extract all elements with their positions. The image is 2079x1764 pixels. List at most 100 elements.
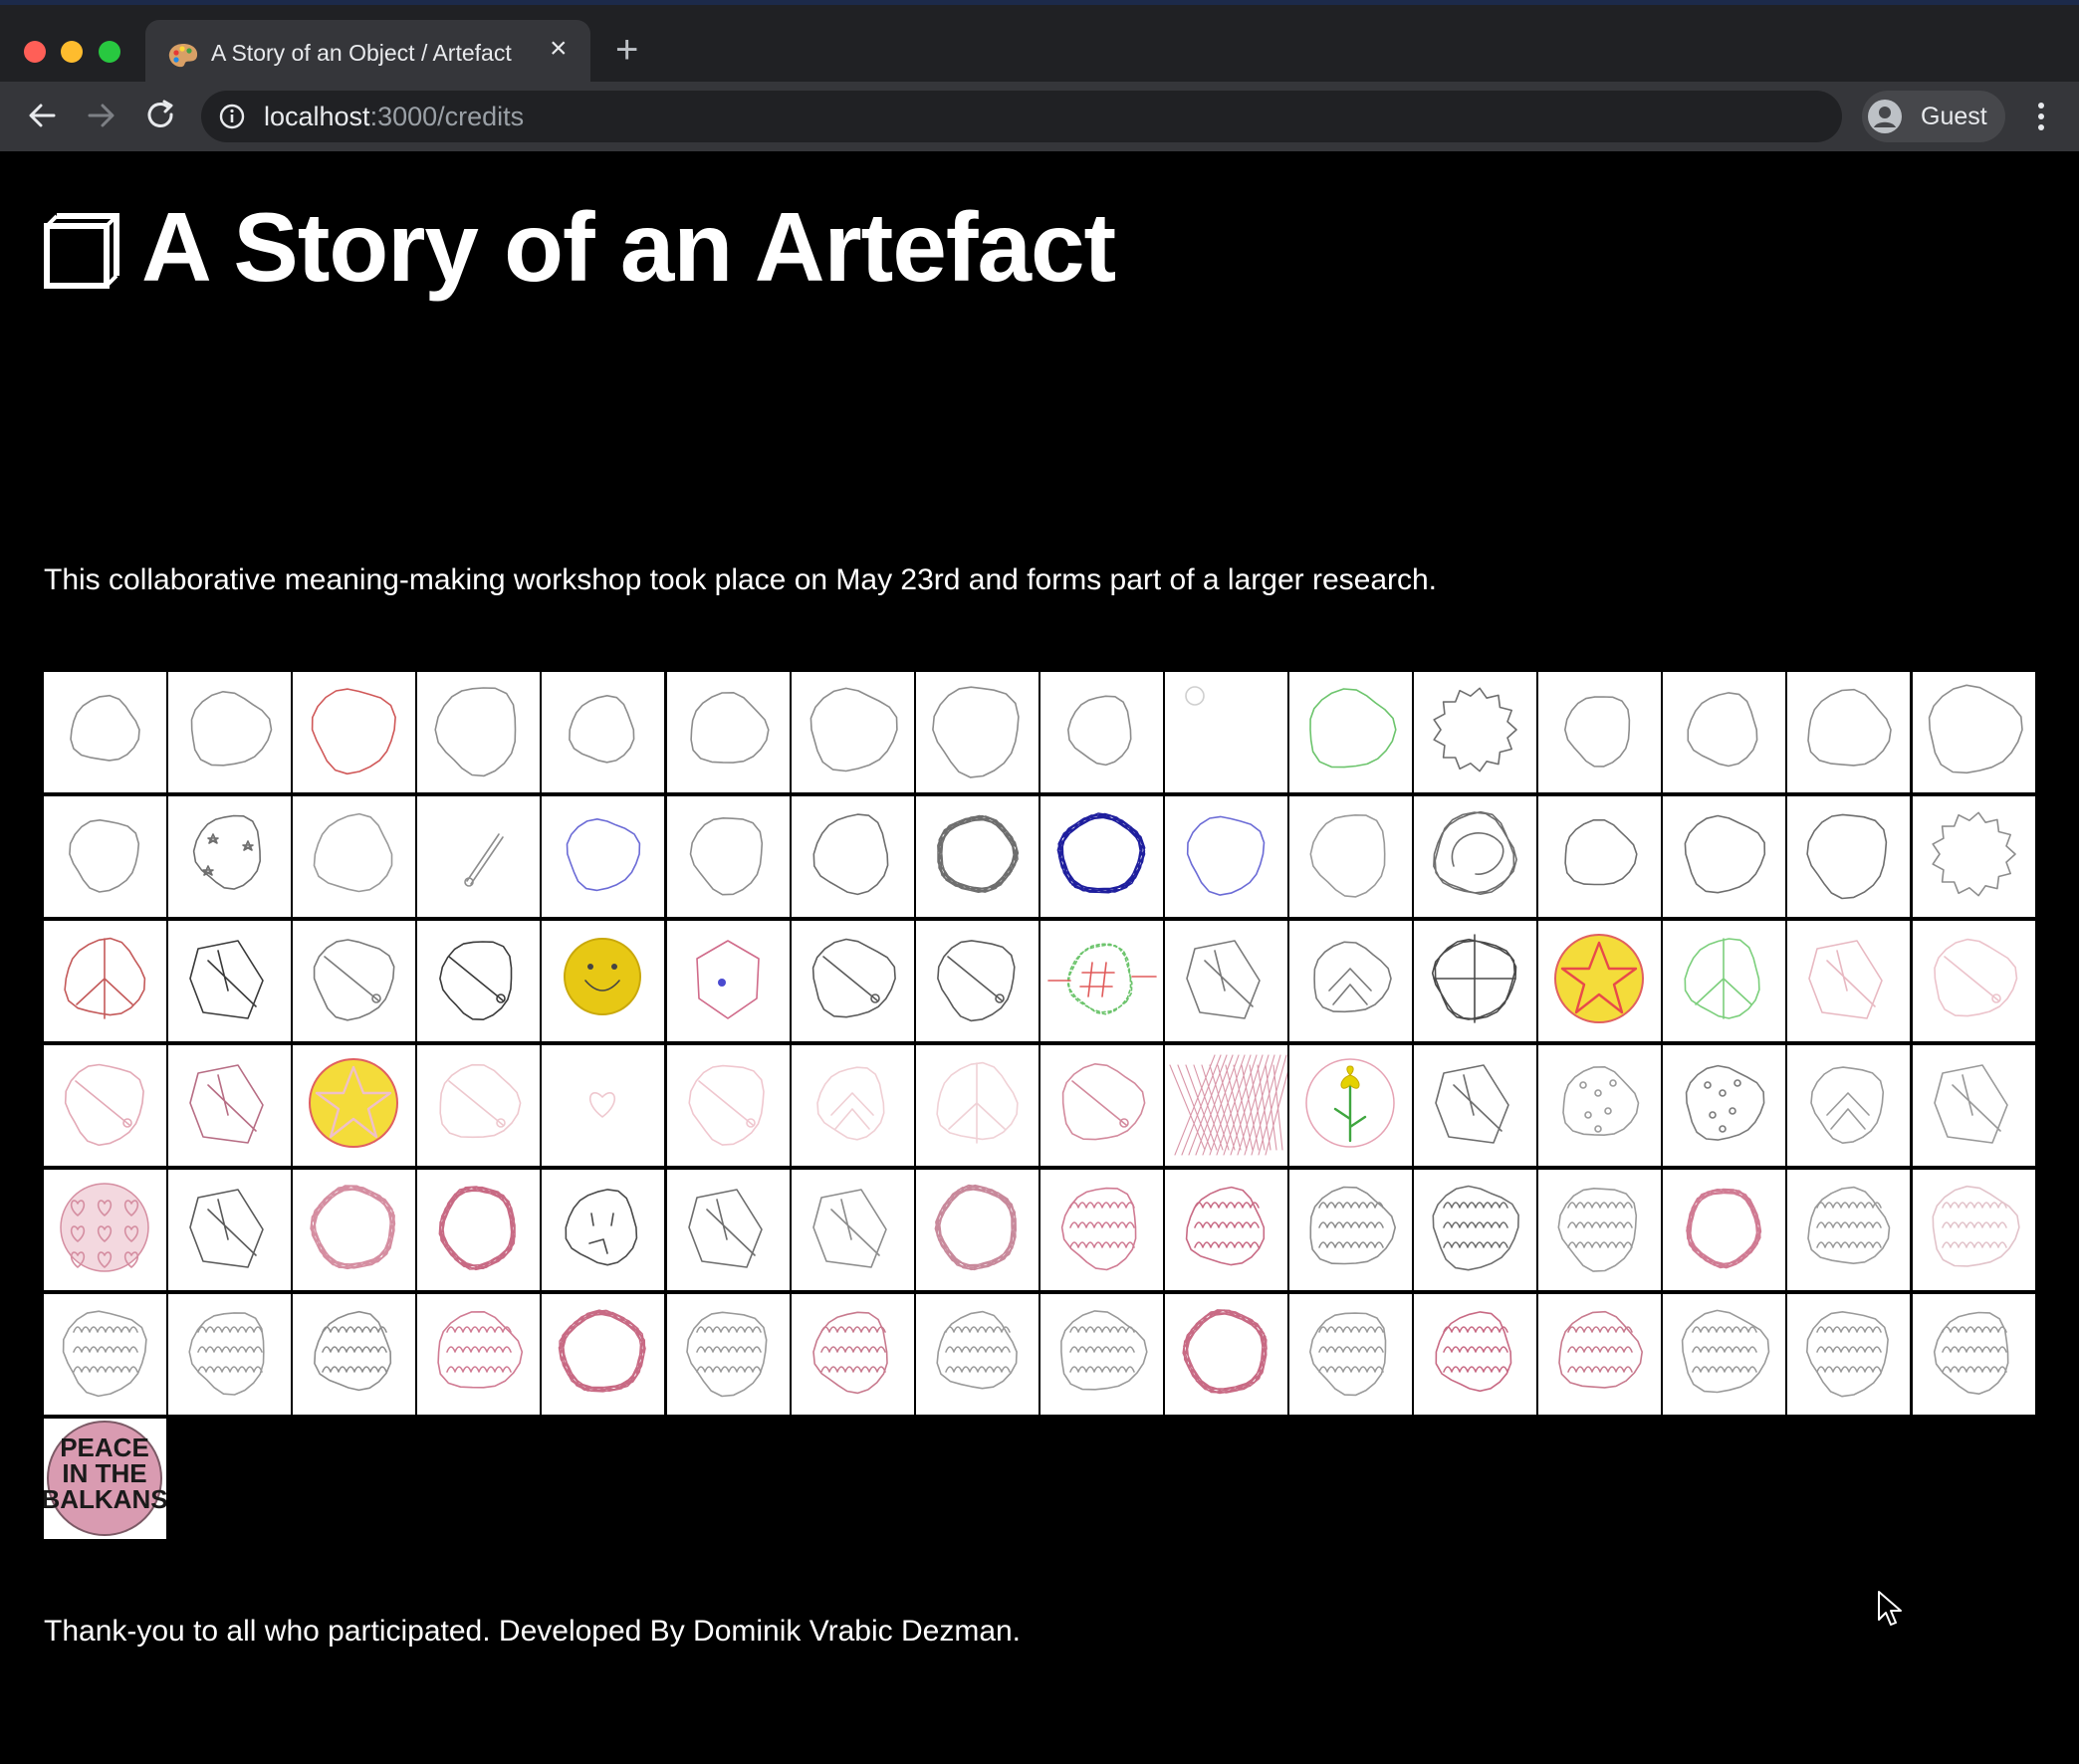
gallery-tile[interactable] <box>1289 921 1412 1041</box>
gallery-tile[interactable] <box>1414 796 1537 917</box>
gallery-tile[interactable] <box>542 1170 665 1290</box>
gallery-tile[interactable] <box>1164 1170 1287 1290</box>
gallery-tile[interactable] <box>417 672 541 792</box>
gallery-tile[interactable] <box>791 1170 914 1290</box>
gallery-tile[interactable] <box>1414 672 1537 792</box>
gallery-tile[interactable] <box>1164 672 1287 792</box>
gallery-tile[interactable] <box>1040 796 1163 917</box>
gallery-tile[interactable] <box>1040 672 1163 792</box>
gallery-tile[interactable] <box>791 672 914 792</box>
gallery-tile[interactable] <box>44 1294 166 1415</box>
gallery-tile[interactable] <box>1164 1294 1287 1415</box>
gallery-tile[interactable] <box>1787 921 1911 1041</box>
gallery-tile[interactable] <box>666 1170 790 1290</box>
back-arrow-icon[interactable] <box>24 98 60 133</box>
gallery-tile[interactable] <box>44 1170 166 1290</box>
gallery-tile[interactable] <box>1663 921 1786 1041</box>
window-maximize-button[interactable] <box>99 41 120 63</box>
tab-close-icon[interactable]: × <box>550 34 568 64</box>
gallery-tile[interactable] <box>1289 1170 1412 1290</box>
gallery-tile[interactable] <box>1289 672 1412 792</box>
gallery-tile[interactable] <box>293 672 416 792</box>
address-bar[interactable]: localhost:3000/credits <box>201 91 1842 142</box>
gallery-tile[interactable] <box>791 1045 914 1166</box>
gallery-tile[interactable] <box>1040 1045 1163 1166</box>
gallery-tile[interactable] <box>1912 1045 2035 1166</box>
gallery-tile[interactable] <box>666 921 790 1041</box>
gallery-tile[interactable] <box>915 1045 1039 1166</box>
gallery-tile[interactable] <box>1538 796 1662 917</box>
gallery-tile[interactable] <box>1289 1294 1412 1415</box>
gallery-tile[interactable] <box>1663 1170 1786 1290</box>
gallery-tile[interactable] <box>293 1045 416 1166</box>
gallery-tile[interactable] <box>542 672 665 792</box>
gallery-tile-badge[interactable]: PEACE IN THE BALKANS <box>44 1419 166 1539</box>
gallery-tile[interactable] <box>1164 1045 1287 1166</box>
gallery-tile[interactable] <box>1040 921 1163 1041</box>
forward-arrow-icon[interactable] <box>84 98 119 133</box>
browser-tab[interactable]: A Story of an Object / Artefact × <box>145 20 590 87</box>
gallery-tile[interactable] <box>1538 1294 1662 1415</box>
gallery-tile[interactable] <box>1538 1045 1662 1166</box>
gallery-tile[interactable] <box>1912 672 2035 792</box>
gallery-tile[interactable] <box>666 1045 790 1166</box>
gallery-tile[interactable] <box>1787 796 1911 917</box>
gallery-tile[interactable] <box>1663 1294 1786 1415</box>
gallery-tile[interactable] <box>168 796 292 917</box>
gallery-tile[interactable] <box>915 921 1039 1041</box>
gallery-tile[interactable] <box>666 796 790 917</box>
gallery-tile[interactable] <box>542 796 665 917</box>
gallery-tile[interactable] <box>1289 796 1412 917</box>
gallery-tile[interactable] <box>542 921 665 1041</box>
gallery-tile[interactable] <box>542 1294 665 1415</box>
window-close-button[interactable] <box>24 41 46 63</box>
gallery-tile[interactable] <box>1912 1170 2035 1290</box>
gallery-tile[interactable] <box>44 921 166 1041</box>
window-minimize-button[interactable] <box>61 41 83 63</box>
gallery-tile[interactable] <box>1289 1045 1412 1166</box>
gallery-tile[interactable] <box>168 1170 292 1290</box>
gallery-tile[interactable] <box>915 1294 1039 1415</box>
gallery-tile[interactable] <box>1787 1170 1911 1290</box>
gallery-tile[interactable] <box>791 921 914 1041</box>
reload-icon[interactable] <box>143 98 179 133</box>
gallery-tile[interactable] <box>1912 921 2035 1041</box>
gallery-tile[interactable] <box>1414 1294 1537 1415</box>
gallery-tile[interactable] <box>1787 672 1911 792</box>
gallery-tile[interactable] <box>1164 796 1287 917</box>
gallery-tile[interactable] <box>915 1170 1039 1290</box>
gallery-tile[interactable] <box>791 1294 914 1415</box>
gallery-tile[interactable] <box>915 672 1039 792</box>
gallery-tile[interactable] <box>293 796 416 917</box>
gallery-tile[interactable] <box>293 921 416 1041</box>
new-tab-icon[interactable]: + <box>615 30 638 70</box>
gallery-tile[interactable] <box>1787 1294 1911 1415</box>
gallery-tile[interactable] <box>417 921 541 1041</box>
gallery-tile[interactable] <box>168 1294 292 1415</box>
gallery-tile[interactable] <box>168 921 292 1041</box>
gallery-tile[interactable] <box>44 796 166 917</box>
gallery-tile[interactable] <box>417 796 541 917</box>
gallery-tile[interactable] <box>1538 672 1662 792</box>
gallery-tile[interactable] <box>1414 1170 1537 1290</box>
gallery-tile[interactable] <box>1663 672 1786 792</box>
gallery-tile[interactable] <box>417 1170 541 1290</box>
gallery-tile[interactable] <box>417 1294 541 1415</box>
gallery-tile[interactable] <box>1414 921 1537 1041</box>
gallery-tile[interactable] <box>293 1170 416 1290</box>
gallery-tile[interactable] <box>915 796 1039 917</box>
gallery-tile[interactable] <box>791 796 914 917</box>
gallery-tile[interactable] <box>1912 796 2035 917</box>
gallery-tile[interactable] <box>168 1045 292 1166</box>
gallery-tile[interactable] <box>1040 1294 1163 1415</box>
gallery-tile[interactable] <box>1663 1045 1786 1166</box>
gallery-tile[interactable] <box>44 672 166 792</box>
profile-button[interactable]: Guest <box>1862 91 2005 142</box>
gallery-tile[interactable] <box>1164 921 1287 1041</box>
gallery-tile[interactable] <box>44 1045 166 1166</box>
gallery-tile[interactable] <box>1787 1045 1911 1166</box>
gallery-tile[interactable] <box>666 1294 790 1415</box>
gallery-tile[interactable] <box>1414 1045 1537 1166</box>
gallery-tile[interactable] <box>168 672 292 792</box>
gallery-tile[interactable] <box>1912 1294 2035 1415</box>
